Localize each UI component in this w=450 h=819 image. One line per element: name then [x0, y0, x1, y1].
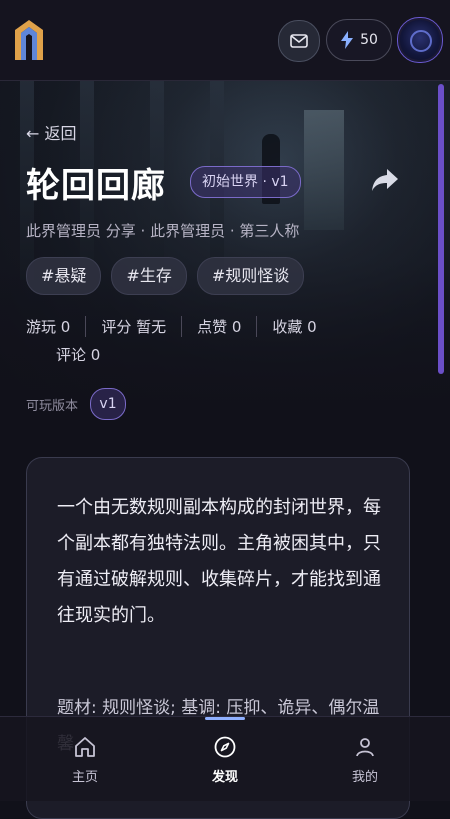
version-chip[interactable]: 初始世界 · v1 — [190, 166, 301, 198]
nav-label: 我的 — [351, 770, 378, 785]
app-logo-icon[interactable] — [12, 18, 46, 62]
compass-icon — [214, 736, 236, 758]
world-byline: 此界管理员 分享 · 此界管理员 · 第三人称 — [26, 222, 300, 240]
tag-chip[interactable]: #悬疑 — [26, 257, 102, 295]
bottom-nav: 主页 发现 我的 — [0, 716, 450, 801]
home-icon — [75, 737, 95, 757]
top-bar: 50 — [0, 0, 450, 81]
scrollbar[interactable] — [438, 84, 444, 374]
nav-item-discover[interactable]: 发现 — [150, 717, 300, 801]
versions-label: 可玩版本 — [26, 398, 79, 414]
share-icon[interactable] — [370, 166, 400, 194]
stat-comments: 评论 0 — [56, 345, 101, 364]
mail-button[interactable] — [278, 20, 320, 62]
stat-plays: 游玩 0 — [26, 317, 71, 336]
page-title: 轮回回廊 — [26, 166, 166, 206]
avatar[interactable] — [397, 17, 443, 63]
tag-chip[interactable]: #生存 — [111, 257, 187, 295]
energy-button[interactable]: 50 — [326, 19, 392, 61]
stat-rating: 评分 暂无 — [85, 315, 181, 337]
version-badge[interactable]: v1 — [90, 388, 127, 420]
user-icon — [356, 738, 374, 757]
playable-versions: 可玩版本 v1 — [26, 388, 127, 420]
nav-item-home[interactable]: 主页 — [10, 717, 160, 801]
stat-favorites: 收藏 0 — [256, 315, 331, 337]
nav-label: 发现 — [211, 770, 238, 785]
tag-list: #悬疑 #生存 #规则怪谈 — [26, 257, 305, 295]
lightning-icon — [341, 31, 354, 49]
mail-icon — [290, 34, 308, 48]
nav-item-profile[interactable]: 我的 — [290, 717, 440, 801]
nav-label: 主页 — [71, 770, 98, 785]
stats-bar: 游玩 0 评分 暂无 点赞 0 收藏 0 评论 0 — [26, 315, 416, 372]
tag-chip[interactable]: #规则怪谈 — [196, 257, 305, 295]
world-description: 一个由无数规则副本构成的封闭世界，每个副本都有独特法则。主角被困其中，只有通过破… — [57, 497, 381, 626]
stat-likes: 点赞 0 — [181, 315, 256, 337]
energy-count: 50 — [360, 32, 378, 48]
back-link[interactable]: ← 返回 — [26, 120, 77, 144]
